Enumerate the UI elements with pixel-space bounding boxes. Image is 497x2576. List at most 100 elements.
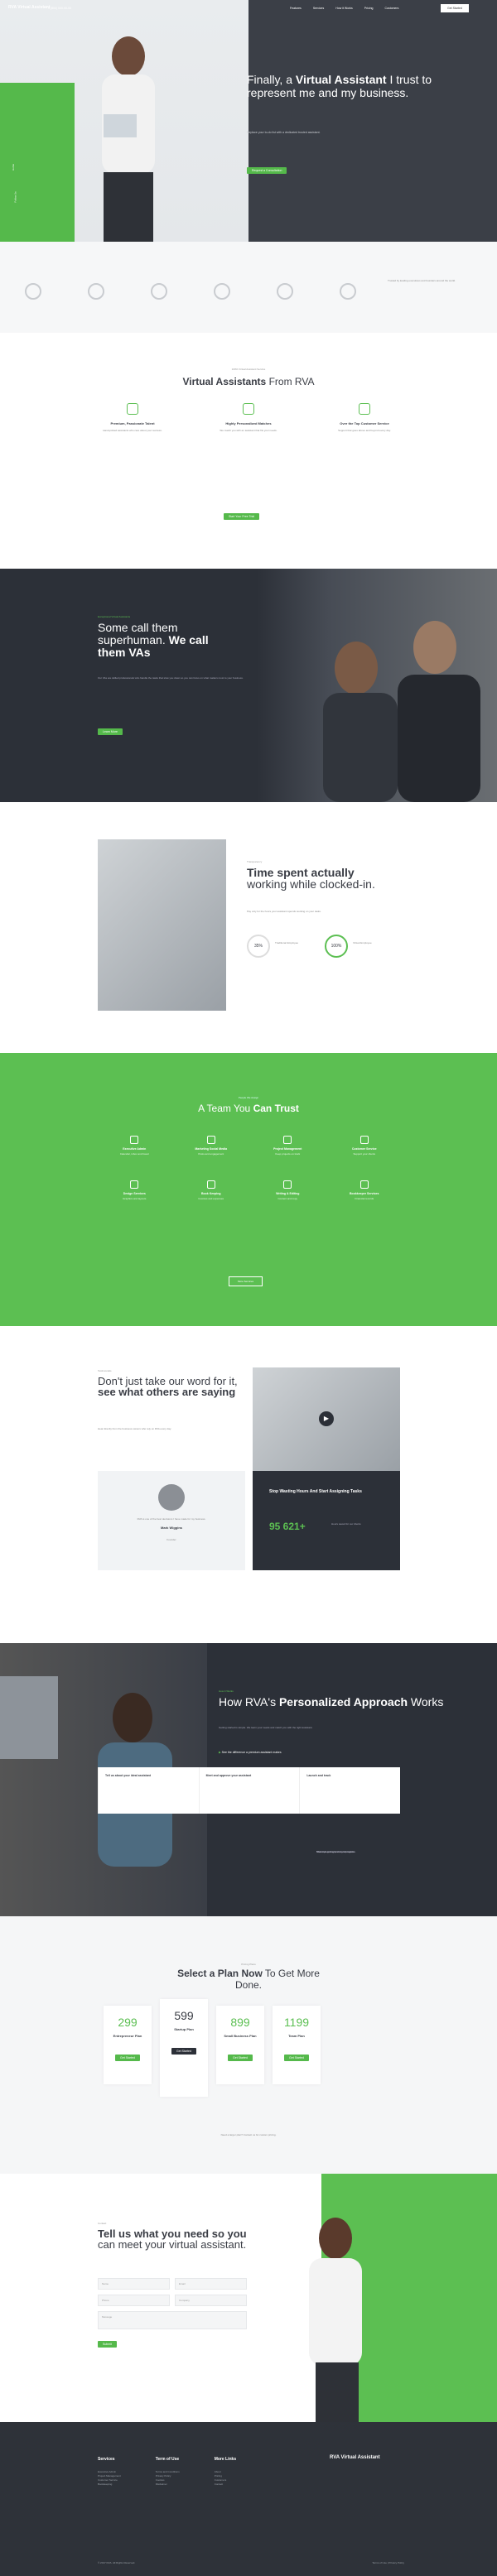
client-logo-icon: [88, 283, 104, 300]
feature-column: Over the Top Customer Service Support tha…: [315, 403, 414, 432]
office-photo: [98, 839, 226, 1011]
client-logo-row: [25, 283, 356, 300]
client-logo-icon: [25, 283, 41, 300]
time-overline: Transparency: [247, 860, 263, 863]
get-started-button[interactable]: Get Started: [441, 4, 469, 12]
plan-button[interactable]: Get Started: [171, 2048, 196, 2055]
service-item[interactable]: Book Keeping Invoices and expenses: [173, 1180, 250, 1200]
footer-heading: More Links: [214, 2457, 237, 2462]
plan-button[interactable]: Get Started: [115, 2055, 140, 2061]
team-title-pre: A Team You: [198, 1103, 253, 1114]
stats-card: Stop Wasting Hours And Start Assigning T…: [253, 1471, 400, 1570]
stats-label: Hours saved for our clients: [331, 1522, 361, 1526]
author-role: Founder: [166, 1538, 176, 1541]
proc-title-post: Works: [408, 1695, 444, 1709]
time-text: Pay only for the hours your assistant sp…: [247, 910, 321, 913]
footer-column: More Links About Pricing Customers Contact: [215, 2457, 236, 2487]
learn-more-button[interactable]: Learn More: [98, 728, 123, 735]
side-follow-label[interactable]: Follow Us: [14, 191, 17, 202]
email-field[interactable]: Email: [175, 2278, 247, 2290]
side-home-label[interactable]: Home: [12, 164, 15, 171]
service-item[interactable]: Project Management Keep projects on track: [249, 1136, 326, 1156]
service-title: Marketing Social Media: [195, 1147, 228, 1151]
client-logo-icon: [214, 283, 230, 300]
service-item[interactable]: Executive Admin Calendar, inbox and trave…: [96, 1136, 173, 1156]
nav-item-services[interactable]: Services: [313, 7, 324, 10]
service-item[interactable]: Bookkeeper Services Financial records: [326, 1180, 403, 1200]
process-steps: Tell us about your ideal assistant Share …: [98, 1767, 400, 1853]
avatar: [158, 1484, 185, 1511]
support-icon: [359, 1136, 369, 1144]
feature-text: Hand-picked assistants who care about yo…: [103, 429, 162, 432]
proc-overline: How It Works: [219, 1689, 234, 1693]
step-title: Meet and approve your assistant: [205, 1774, 252, 1777]
service-title: Design Services: [123, 1192, 146, 1195]
name-field[interactable]: Name: [98, 2278, 170, 2290]
message-field[interactable]: Message: [98, 2311, 247, 2329]
time-title: Time spent actually working while clocke…: [247, 867, 388, 890]
team-section: People We Assign A Team You Can Trust Ex…: [0, 1053, 497, 1326]
service-text: Invoices and expenses: [198, 1197, 224, 1200]
service-title: Writing & Editing: [276, 1192, 300, 1195]
hero-title-bold: Virtual Assistant: [295, 73, 387, 86]
brand-logo[interactable]: RVA Virtual Assistant: [8, 5, 50, 10]
play-link[interactable]: ▶ See the difference a premium assistant…: [219, 1751, 282, 1754]
testimonial-quote: RVA is one of the best decisions I have …: [137, 1517, 206, 1521]
main-menu: Features Services How it Works Pricing C…: [290, 7, 398, 10]
plan-price: 899: [230, 2016, 250, 2029]
submit-button[interactable]: Submit: [98, 2341, 117, 2348]
company-field[interactable]: Company: [175, 2295, 247, 2306]
admin-icon: [130, 1136, 139, 1144]
service-item[interactable]: Writing & Editing Content and copy: [249, 1180, 326, 1200]
plan-button[interactable]: Get Started: [284, 2055, 309, 2061]
feature-title: Highly Personalized Matches: [225, 421, 272, 425]
nav-item-customers[interactable]: Customers: [385, 7, 399, 10]
footer-link[interactable]: Disclaimer: [156, 2482, 180, 2487]
plan-card: 899 Small Business Plan Get Started: [216, 2006, 264, 2084]
price-title: Select a Plan Now To Get More Done.: [166, 1968, 331, 1991]
footer-link[interactable]: Contact: [215, 2482, 236, 2487]
plan-price: 299: [118, 2016, 138, 2029]
plan-card-featured: 599 Startup Plan Get Started: [160, 1999, 208, 2097]
plan-card: 1199 Team Plan Get Started: [273, 2006, 321, 2084]
footer-link[interactable]: Bookkeeping: [98, 2482, 121, 2487]
plan-name: Startup Plan: [174, 2027, 194, 2031]
traditional-label: Traditional Employee: [275, 941, 299, 944]
client-logos-section: Trusted by leading executives and founde…: [0, 242, 497, 333]
service-text: Calendar, inbox and travel: [119, 1152, 149, 1156]
feature-title: Over the Top Customer Service: [340, 421, 389, 425]
nav-item-pricing[interactable]: Pricing: [364, 7, 374, 10]
service-item[interactable]: Marketing Social Media Posts and engageme…: [173, 1136, 250, 1156]
footer-logo[interactable]: RVA Virtual Assistant: [330, 2455, 380, 2460]
testimonial-video[interactable]: ▶: [253, 1367, 400, 1471]
free-trial-button[interactable]: Start Your Free Trial: [224, 513, 260, 520]
phone-field[interactable]: Phone: [98, 2295, 170, 2306]
stats-title: Stop Wasting Hours And Start Assigning T…: [269, 1489, 362, 1494]
service-item[interactable]: Customer Service Support your clients: [326, 1136, 403, 1156]
nav-item-how-it-works[interactable]: How it Works: [335, 7, 353, 10]
stats-number: 95 621+: [269, 1521, 306, 1532]
contact-form: Name Email Phone Company Message Submit: [98, 2278, 247, 2349]
play-icon[interactable]: ▶: [319, 1411, 334, 1426]
plan-price: 1199: [283, 2016, 310, 2029]
super-overline: Exceptional Virtual Assistants: [98, 615, 131, 618]
request-consultation-button[interactable]: Request a Consultation: [247, 167, 287, 174]
plan-name: Team Plan: [288, 2034, 305, 2038]
footer-columns: Services Executive Admin Project Managemen…: [98, 2457, 236, 2487]
project-icon: [283, 1136, 292, 1144]
plan-button[interactable]: Get Started: [228, 2055, 253, 2061]
price-title-bold: Select a Plan Now: [177, 1968, 263, 1979]
service-text: Graphics and layouts: [123, 1197, 147, 1200]
time-title-rest: working while clocked-in.: [247, 877, 375, 891]
hero-woman-image: [102, 36, 155, 242]
nav-item-features[interactable]: Features: [290, 7, 302, 10]
vas-title-rest: From RVA: [266, 376, 315, 387]
more-services-button[interactable]: More Services: [229, 1276, 263, 1286]
team-title-bold: Can Trust: [253, 1103, 299, 1114]
client-logo-icon: [151, 283, 167, 300]
super-title: Some call them superhuman. We call them …: [98, 622, 239, 659]
service-item[interactable]: Design Services Graphics and layouts: [96, 1180, 173, 1200]
service-text: Content and copy: [277, 1197, 298, 1200]
legal-links[interactable]: Terms of Use | Privacy Policy: [372, 2561, 404, 2564]
phone-number[interactable]: 1 (800) 000-00-00: [48, 7, 71, 10]
